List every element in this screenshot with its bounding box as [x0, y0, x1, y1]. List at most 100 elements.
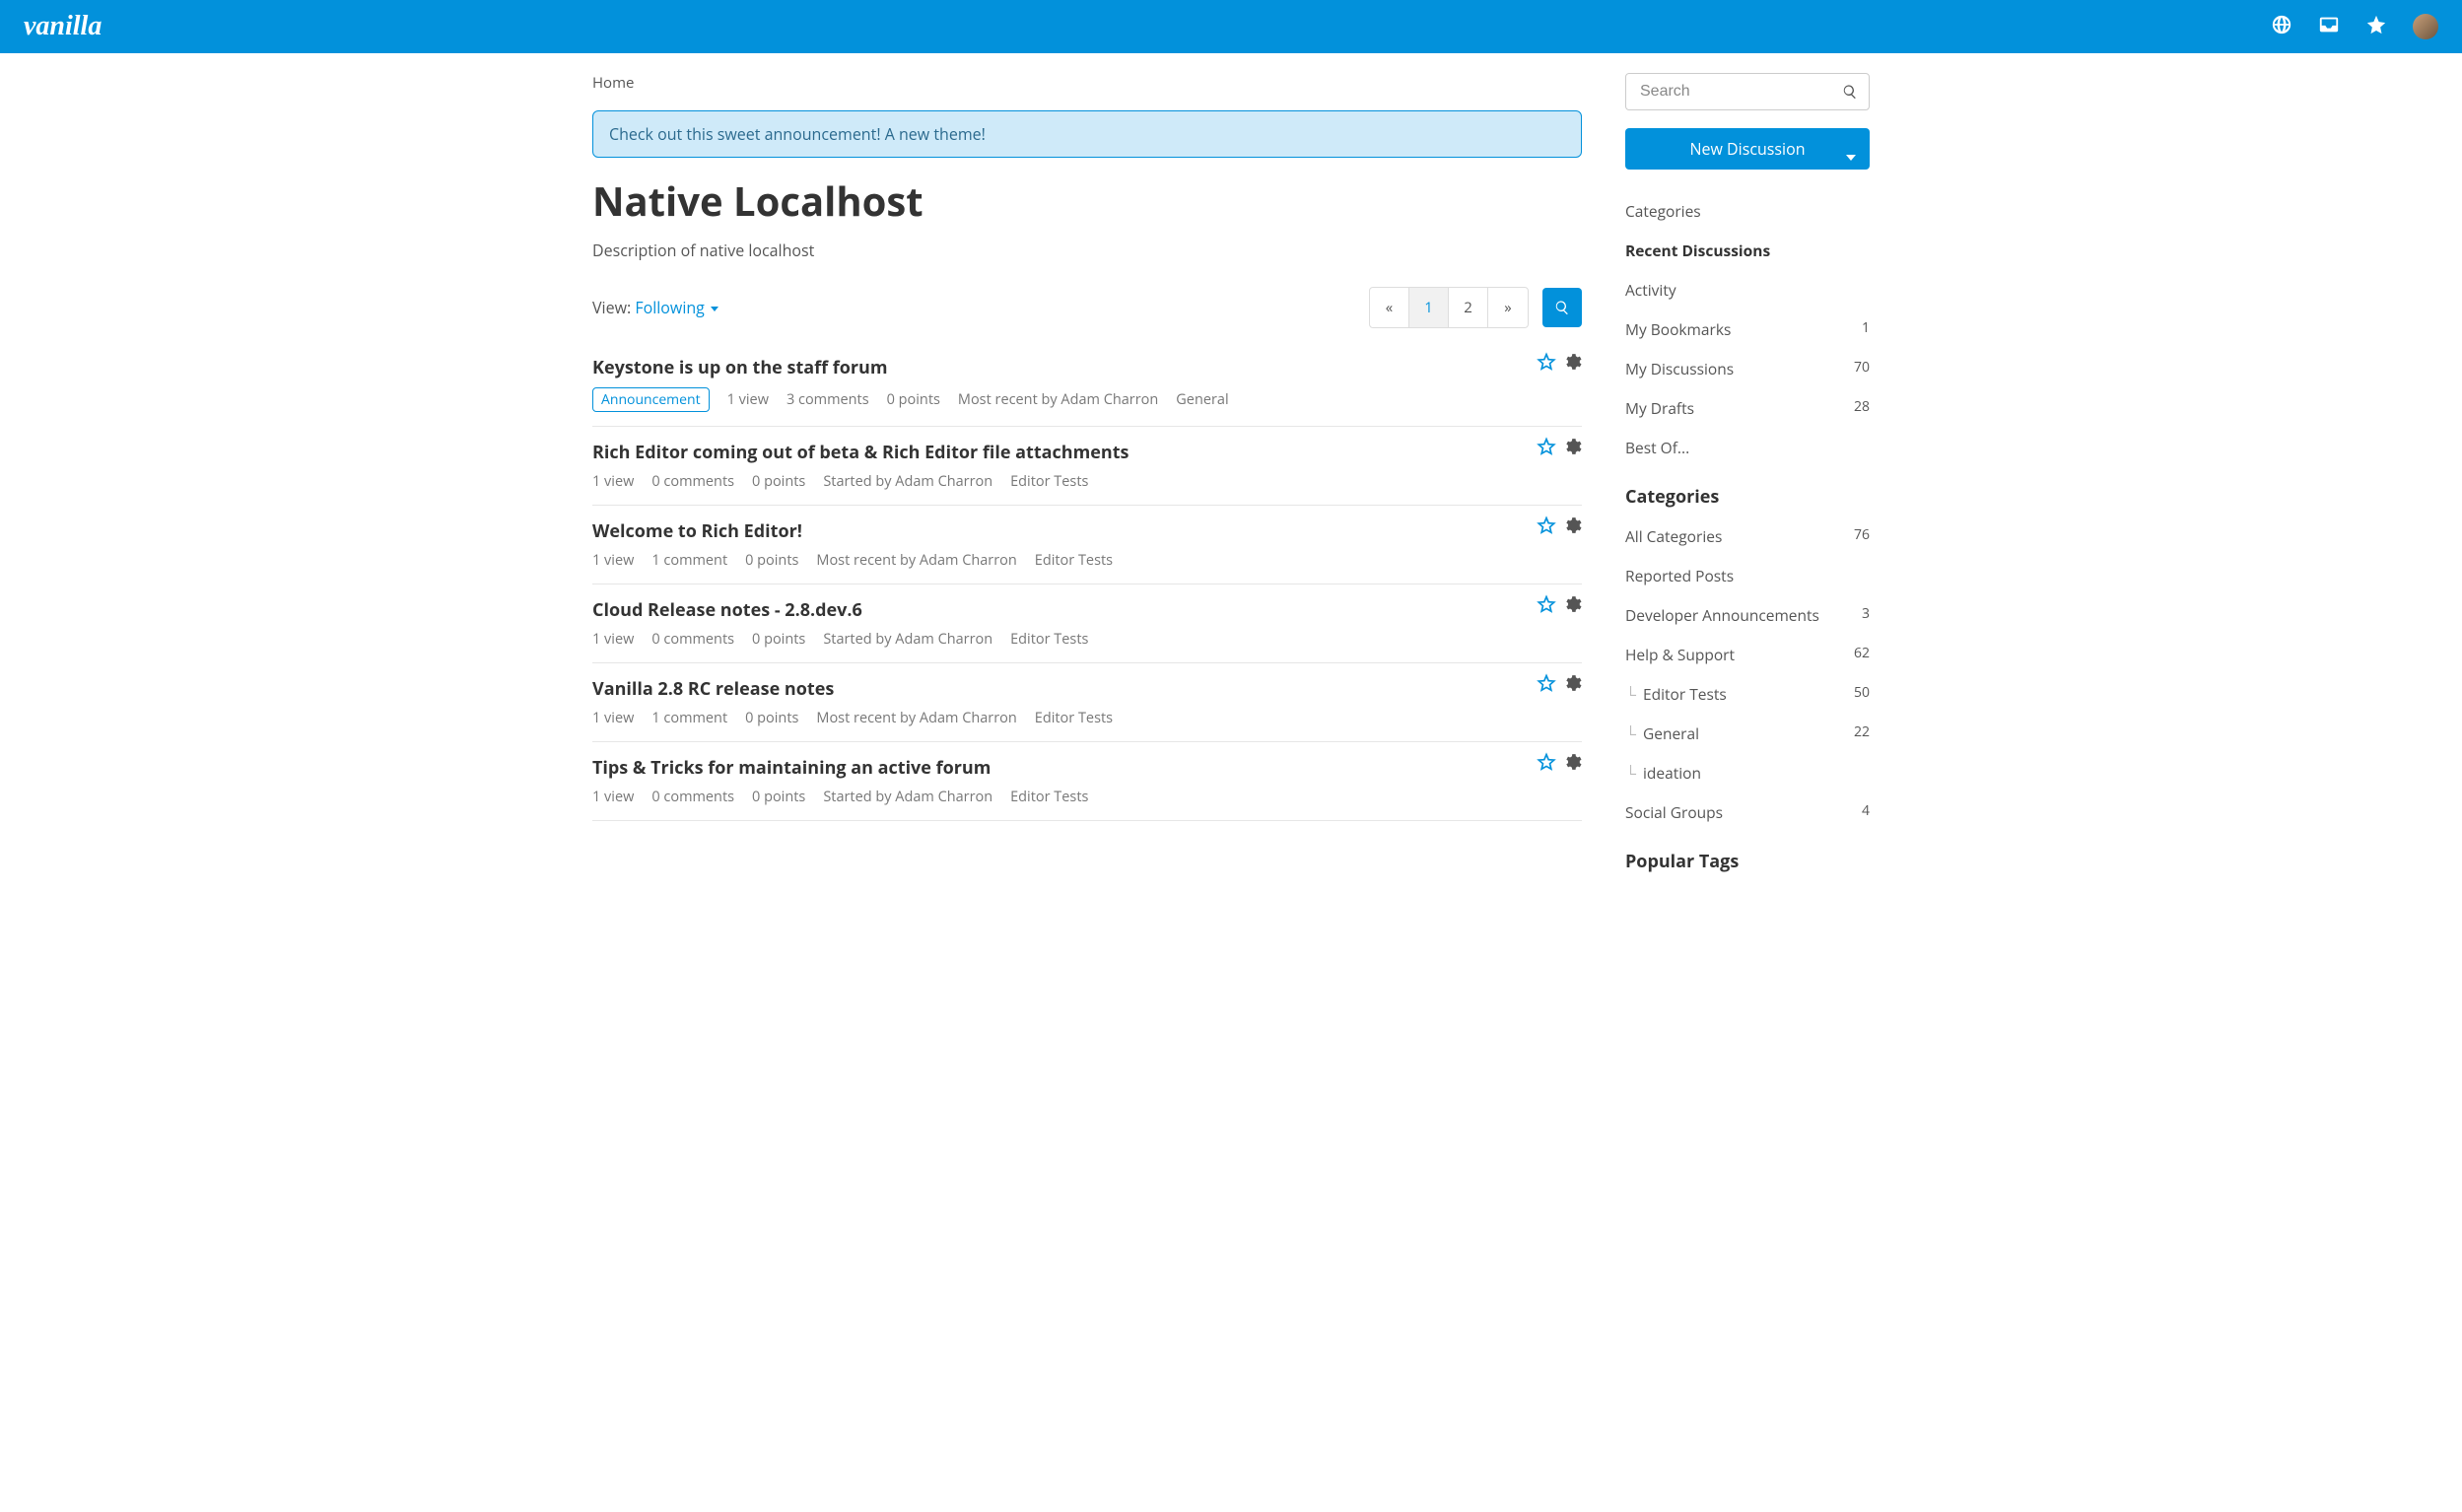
- search-icon[interactable]: [1842, 83, 1858, 104]
- pager-next[interactable]: »: [1488, 288, 1528, 327]
- discussion-meta: 1 view0 comments0 pointsStarted by Adam …: [592, 472, 1582, 491]
- sidebar-nav-item[interactable]: Activity: [1625, 270, 1870, 309]
- discussion-meta-item: 0 comments: [651, 630, 734, 649]
- bookmark-icon[interactable]: [1537, 515, 1556, 540]
- category-count: 62: [1854, 644, 1870, 665]
- discussion-title[interactable]: Keystone is up on the staff forum: [592, 356, 1582, 379]
- bookmark-icon[interactable]: [1537, 673, 1556, 698]
- search-button[interactable]: [1542, 288, 1582, 327]
- discussion-title[interactable]: Welcome to Rich Editor!: [592, 519, 1582, 543]
- discussion-item: Rich Editor coming out of beta & Rich Ed…: [592, 427, 1582, 506]
- view-value: Following: [635, 297, 705, 318]
- topbar-icons: [2271, 14, 2438, 40]
- discussion-meta-item: Editor Tests: [1035, 551, 1113, 570]
- category-label: ideation: [1625, 762, 1701, 784]
- bookmark-icon[interactable]: [1537, 437, 1556, 461]
- category-count: 50: [1854, 683, 1870, 705]
- pager: « 1 2 »: [1369, 287, 1529, 328]
- new-discussion-button[interactable]: New Discussion: [1625, 128, 1870, 170]
- gear-icon[interactable]: [1562, 515, 1582, 540]
- announcement-tag: Announcement: [592, 387, 710, 412]
- discussion-meta-item: Most recent by Adam Charron: [816, 551, 1016, 570]
- gear-icon[interactable]: [1562, 437, 1582, 461]
- discussion-item: Keystone is up on the staff forum Announc…: [592, 342, 1582, 427]
- category-item[interactable]: Developer Announcements 3: [1625, 595, 1870, 635]
- discussion-item: Tips & Tricks for maintaining an active …: [592, 742, 1582, 821]
- sidebar-nav-item[interactable]: Categories: [1625, 191, 1870, 231]
- category-item[interactable]: ideation: [1625, 753, 1870, 792]
- breadcrumb[interactable]: Home: [592, 73, 1582, 93]
- category-item[interactable]: Editor Tests50: [1625, 674, 1870, 714]
- avatar[interactable]: [2413, 14, 2438, 39]
- announcement-banner: Check out this sweet announcement! A new…: [592, 110, 1582, 158]
- category-count: 22: [1854, 722, 1870, 744]
- page-description: Description of native localhost: [592, 240, 1582, 261]
- category-item[interactable]: Reported Posts: [1625, 556, 1870, 595]
- discussion-meta-item: 0 points: [752, 630, 805, 649]
- category-item[interactable]: General 22: [1625, 714, 1870, 753]
- discussion-meta-item: 1 comment: [651, 551, 727, 570]
- gear-icon[interactable]: [1562, 752, 1582, 777]
- discussion-title[interactable]: Vanilla 2.8 RC release notes: [592, 677, 1582, 701]
- discussion-meta-item: 0 points: [745, 551, 798, 570]
- gear-icon[interactable]: [1562, 352, 1582, 377]
- category-label: Reported Posts: [1625, 565, 1734, 586]
- sidebar-nav-item[interactable]: Recent Discussions: [1625, 231, 1870, 270]
- bookmark-icon[interactable]: [1537, 752, 1556, 777]
- category-label: Help & Support: [1625, 644, 1735, 665]
- category-count: 3: [1862, 604, 1870, 626]
- bookmark-icon[interactable]: [1537, 352, 1556, 377]
- star-icon[interactable]: [2365, 14, 2387, 40]
- discussion-meta-item: 1 view: [592, 630, 634, 649]
- category-label: Developer Announcements: [1625, 604, 1819, 626]
- discussion-title[interactable]: Rich Editor coming out of beta & Rich Ed…: [592, 441, 1582, 464]
- topbar: vanilla: [0, 0, 2462, 53]
- sidebar-item-label: Activity: [1625, 279, 1676, 301]
- globe-icon[interactable]: [2271, 14, 2292, 40]
- gear-icon[interactable]: [1562, 673, 1582, 698]
- category-item[interactable]: Help & Support 62: [1625, 635, 1870, 674]
- categories-heading: Categories: [1625, 485, 1870, 509]
- discussion-meta-item: Started by Adam Charron: [823, 788, 992, 806]
- sidebar-nav-item[interactable]: My Discussions 70: [1625, 349, 1870, 388]
- discussion-meta-item: 1 view: [592, 551, 634, 570]
- category-label: General: [1625, 722, 1699, 744]
- discussion-meta-item: 0 points: [887, 390, 940, 409]
- logo[interactable]: vanilla: [24, 11, 102, 42]
- discussion-meta-item: Most recent by Adam Charron: [816, 709, 1016, 727]
- category-item[interactable]: All Categories 76: [1625, 516, 1870, 556]
- view-filter[interactable]: View: Following: [592, 297, 718, 318]
- category-label: All Categories: [1625, 525, 1722, 547]
- discussion-meta-item: 1 view: [592, 788, 634, 806]
- discussion-meta-item: Started by Adam Charron: [823, 472, 992, 491]
- sidebar: New Discussion CategoriesRecent Discussi…: [1625, 73, 1870, 881]
- discussion-meta-item: 1 comment: [651, 709, 727, 727]
- sidebar-nav-item[interactable]: My Bookmarks1: [1625, 309, 1870, 349]
- pager-page-2[interactable]: 2: [1449, 288, 1488, 327]
- search-input[interactable]: [1625, 73, 1870, 110]
- discussion-meta-item: Editor Tests: [1035, 709, 1113, 727]
- inbox-icon[interactable]: [2318, 14, 2340, 40]
- chevron-down-icon: [711, 307, 718, 311]
- sidebar-item-count: 70: [1854, 358, 1870, 379]
- category-item[interactable]: Social Groups4: [1625, 792, 1870, 832]
- pager-page-1[interactable]: 1: [1409, 288, 1449, 327]
- discussion-title[interactable]: Tips & Tricks for maintaining an active …: [592, 756, 1582, 780]
- sidebar-item-label: My Discussions: [1625, 358, 1734, 379]
- category-count: 76: [1854, 525, 1870, 547]
- discussion-title[interactable]: Cloud Release notes - 2.8.dev.6: [592, 598, 1582, 622]
- bookmark-icon[interactable]: [1537, 594, 1556, 619]
- search-box: [1625, 73, 1870, 110]
- sidebar-nav-item[interactable]: Best Of...: [1625, 428, 1870, 467]
- discussion-meta-item: Started by Adam Charron: [823, 630, 992, 649]
- discussion-meta-item: 0 points: [752, 472, 805, 491]
- sidebar-nav-item[interactable]: My Drafts28: [1625, 388, 1870, 428]
- discussion-meta-item: 3 comments: [786, 390, 869, 409]
- sidebar-item-count: 1: [1862, 318, 1870, 340]
- gear-icon[interactable]: [1562, 594, 1582, 619]
- sidebar-item-label: My Drafts: [1625, 397, 1694, 419]
- pager-prev[interactable]: «: [1370, 288, 1409, 327]
- discussion-meta-item: Editor Tests: [1010, 472, 1088, 491]
- discussion-meta-item: Editor Tests: [1010, 630, 1088, 649]
- category-label: Social Groups: [1625, 801, 1723, 823]
